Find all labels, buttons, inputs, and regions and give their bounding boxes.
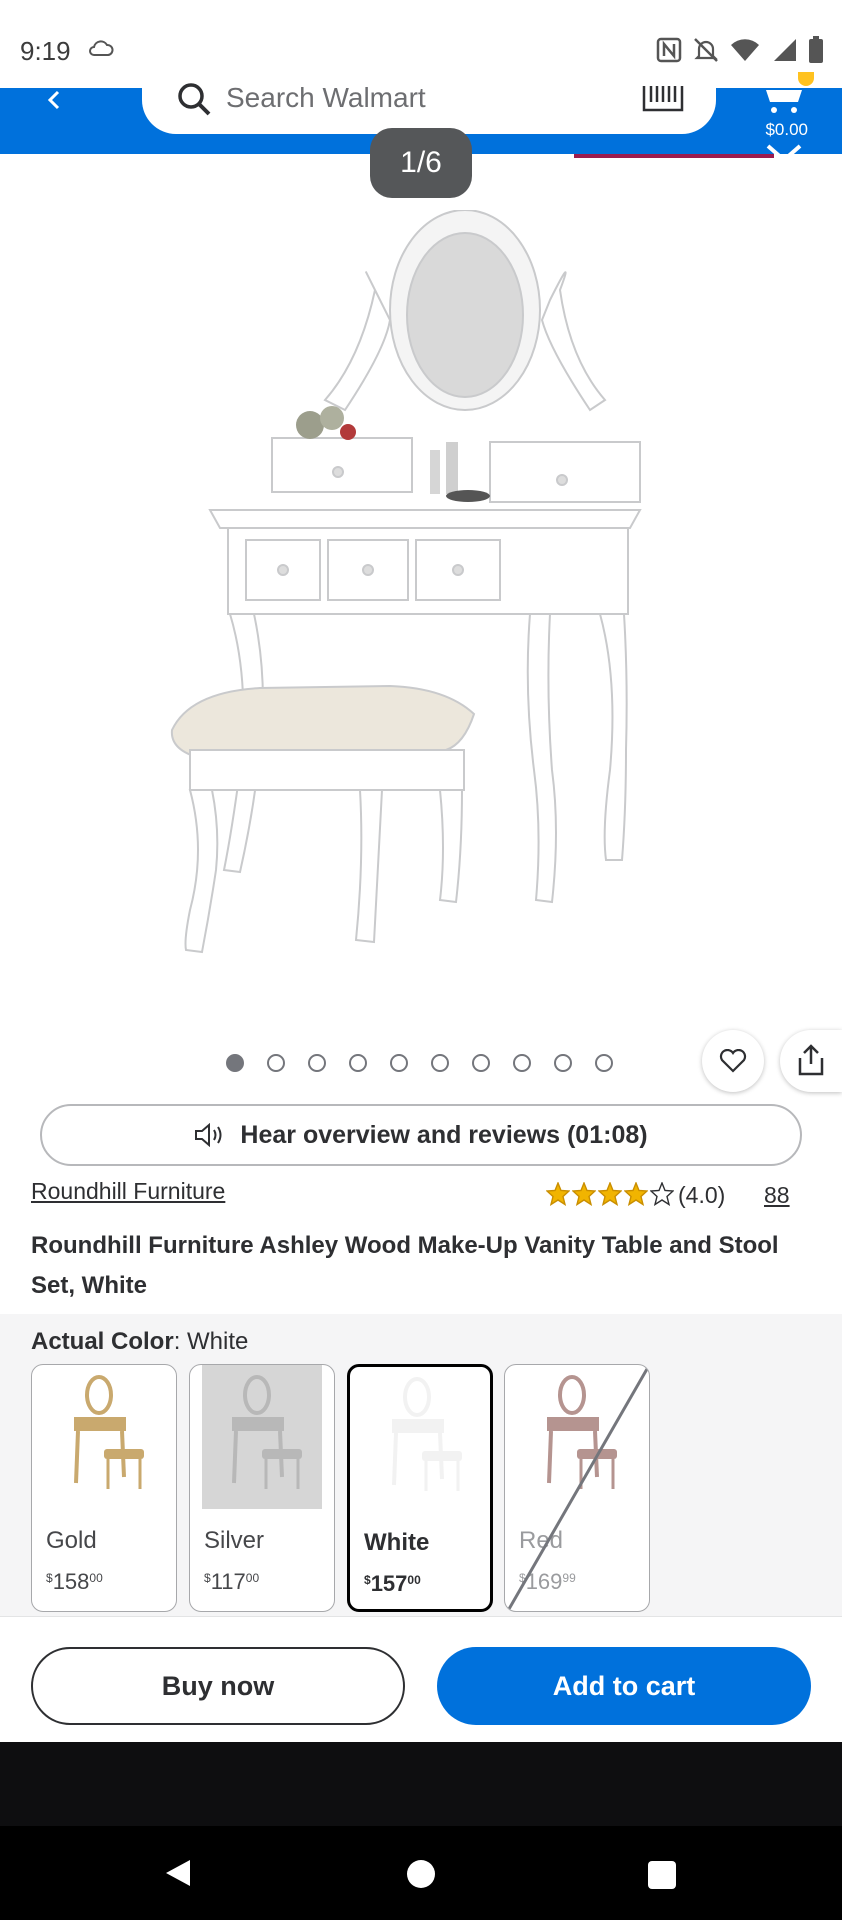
signal-icon xyxy=(774,39,796,61)
bottom-action-bar: Buy now Add to cart xyxy=(0,1616,842,1742)
carousel-dot[interactable] xyxy=(431,1054,449,1072)
carousel-dot[interactable] xyxy=(554,1054,572,1072)
swatch-price: $15700 xyxy=(364,1571,421,1596)
color-swatch-red[interactable]: Red $16999 xyxy=(504,1364,650,1612)
color-swatch-white[interactable]: White $15700 xyxy=(347,1364,493,1612)
carousel-dot[interactable] xyxy=(267,1054,285,1072)
carousel-dot[interactable] xyxy=(390,1054,408,1072)
wifi-icon xyxy=(731,39,759,61)
bottom-strip xyxy=(0,1742,842,1826)
unavailable-strike xyxy=(507,1368,649,1610)
cloud-icon xyxy=(89,40,114,56)
star-filled-icon xyxy=(598,1182,622,1206)
speaker-icon xyxy=(195,1123,222,1147)
carousel-dot[interactable] xyxy=(349,1054,367,1072)
barcode-icon[interactable] xyxy=(642,84,684,112)
hear-overview-label: Hear overview and reviews (01:08) xyxy=(240,1120,648,1149)
close-icon[interactable] xyxy=(764,144,804,168)
system-nav-bar xyxy=(0,1826,842,1920)
mute-icon xyxy=(694,38,718,62)
image-counter: 1/6 xyxy=(370,128,472,198)
cart-total: $0.00 xyxy=(765,120,808,139)
nav-recent-icon[interactable] xyxy=(648,1861,676,1889)
share-icon xyxy=(798,1044,824,1076)
variant-heading: Actual Color: White xyxy=(31,1328,249,1355)
buy-now-button[interactable]: Buy now xyxy=(31,1647,405,1725)
search-placeholder: Search Walmart xyxy=(226,82,426,113)
carousel-dot[interactable] xyxy=(595,1054,613,1072)
star-filled-icon xyxy=(572,1182,596,1206)
rating-value: (4.0) xyxy=(678,1182,726,1208)
status-time: 9:19 xyxy=(20,36,71,66)
star-empty-icon xyxy=(650,1182,674,1206)
favorite-button[interactable] xyxy=(702,1030,764,1092)
product-image[interactable] xyxy=(150,210,670,990)
product-title: Roundhill Furniture Ashley Wood Make-Up … xyxy=(31,1232,779,1299)
status-icons xyxy=(656,36,824,64)
swatch-name: Gold xyxy=(46,1527,97,1554)
star-filled-icon xyxy=(546,1182,570,1206)
swatch-name: Silver xyxy=(204,1527,265,1554)
nav-back-icon[interactable] xyxy=(164,1858,192,1888)
share-button[interactable] xyxy=(780,1030,842,1092)
swatch-thumbnail xyxy=(202,1365,322,1509)
brand-link[interactable]: Roundhill Furniture xyxy=(31,1178,225,1205)
carousel-dot[interactable] xyxy=(472,1054,490,1072)
swatch-thumbnail xyxy=(362,1367,482,1511)
heart-icon xyxy=(719,1049,747,1073)
star-filled-icon xyxy=(624,1182,648,1206)
battery-icon xyxy=(809,36,823,63)
swatch-name: White xyxy=(364,1529,430,1556)
carousel-dot[interactable] xyxy=(308,1054,326,1072)
review-count-link[interactable]: 88 xyxy=(764,1182,790,1209)
nfc-icon xyxy=(656,37,682,63)
carousel-dot[interactable] xyxy=(513,1054,531,1072)
variant-selected-value: White xyxy=(187,1328,249,1355)
swatch-price: $15800 xyxy=(46,1569,103,1594)
nav-home-icon[interactable] xyxy=(407,1860,435,1888)
star-rating[interactable] xyxy=(546,1182,674,1206)
variant-label: Actual Color xyxy=(31,1328,174,1355)
carousel-dot[interactable] xyxy=(226,1054,244,1072)
swatch-thumbnail xyxy=(44,1365,164,1509)
carousel-dots xyxy=(226,1054,613,1072)
swatch-price: $11700 xyxy=(204,1569,260,1594)
add-to-cart-button[interactable]: Add to cart xyxy=(437,1647,811,1725)
chevron-left-icon[interactable] xyxy=(38,88,74,124)
header-accent-bar xyxy=(574,154,774,158)
variant-section: Actual Color: White Gold $15800 Silver $117… xyxy=(0,1314,842,1616)
cart-icon[interactable] xyxy=(762,88,808,114)
color-swatch-gold[interactable]: Gold $15800 xyxy=(31,1364,177,1612)
hear-overview-button[interactable]: Hear overview and reviews (01:08) xyxy=(40,1104,802,1166)
search-input[interactable]: Search Walmart xyxy=(142,72,716,134)
search-icon[interactable] xyxy=(176,82,212,118)
color-swatch-silver[interactable]: Silver $11700 xyxy=(189,1364,335,1612)
